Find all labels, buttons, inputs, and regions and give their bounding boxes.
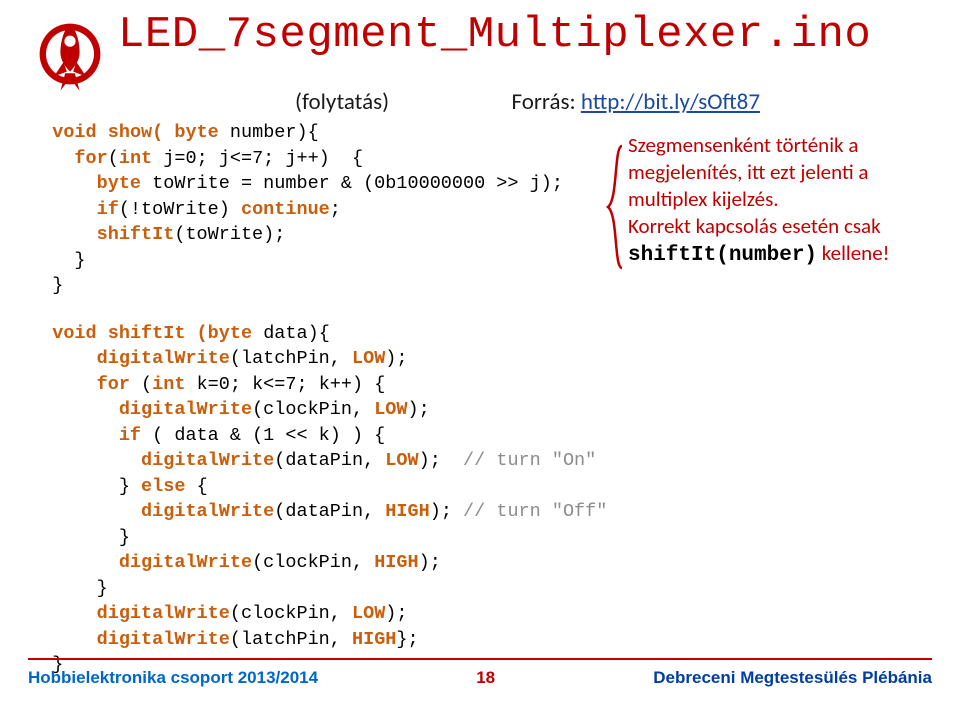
subtitle-row: (folytatás) Forrás: http://bit.ly/sOft87 [295, 88, 760, 116]
rocket-logo-icon [30, 14, 110, 94]
slide: LED_7segment_Multiplexer.ino (folytatás)… [0, 0, 960, 702]
content-area: void show( byte number){ for(int j=0; j<… [30, 120, 930, 678]
source-link[interactable]: http://bit.ly/sOft87 [581, 88, 760, 116]
bracket-icon [604, 144, 624, 270]
source-prefix: Forrás: [512, 88, 581, 116]
note-line-2b: kellene! [817, 240, 889, 266]
footer-divider [28, 658, 932, 660]
header-row: LED_7segment_Multiplexer.ino [30, 10, 930, 94]
footer-right: Debreceni Megtestesülés Plébánia [653, 668, 932, 688]
code-block-shiftit: void shiftIt (byte data){ digitalWrite(l… [30, 321, 628, 678]
code-column: void show( byte number){ for(int j=0; j<… [30, 120, 628, 678]
footer: Hobbielektronika csoport 2013/2014 18 De… [0, 668, 960, 688]
slide-title: LED_7segment_Multiplexer.ino [118, 10, 871, 60]
note-column: Szegmensenként történik a megjelenítés, … [628, 120, 930, 678]
footer-left: Hobbielektronika csoport 2013/2014 [28, 668, 318, 688]
code-block-show: void show( byte number){ for(int j=0; j<… [30, 120, 628, 299]
page-number: 18 [476, 668, 495, 688]
note-line-2a: Korrekt kapcsolás esetén csak [628, 213, 881, 239]
note-code-snippet: shiftIt(number) [628, 244, 817, 267]
continuation-label: (folytatás) [295, 88, 389, 116]
annotation-text: Szegmensenként történik a megjelenítés, … [628, 132, 930, 269]
note-line-1: Szegmensenként történik a megjelenítés, … [628, 132, 868, 212]
source-label: Forrás: http://bit.ly/sOft87 [512, 88, 761, 116]
